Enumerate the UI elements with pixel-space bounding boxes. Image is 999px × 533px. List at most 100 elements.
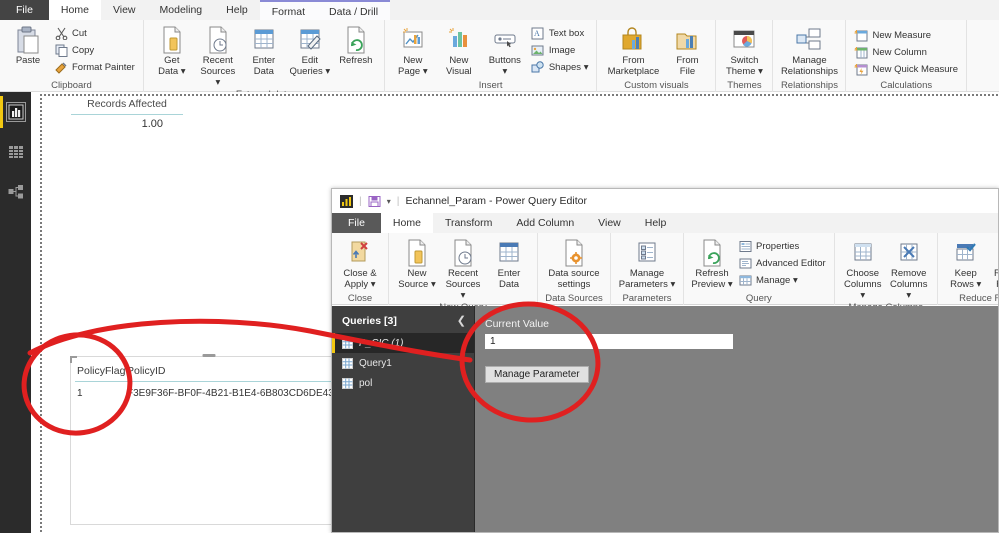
choose-columns-icon (851, 238, 875, 268)
from-marketplace-button[interactable]: From Marketplace (602, 23, 664, 77)
visual-resize-handle[interactable] (70, 356, 77, 363)
customize-quick-access-icon[interactable]: ▾ (387, 197, 391, 206)
tab-view[interactable]: View (101, 0, 148, 20)
list-item-label: pol (359, 377, 373, 389)
recent-sources-icon (451, 238, 475, 268)
enter-data-button[interactable]: Enter Data (241, 23, 287, 77)
pq-tab-view[interactable]: View (586, 213, 633, 233)
power-query-editor-window[interactable]: | ▾ | Echannel_Param - Power Query Edito… (331, 188, 999, 533)
shapes-button[interactable]: Shapes ▾ (528, 59, 592, 75)
queries-pane: Queries [3] ❮ P_CIC (1) Query1 pol (332, 306, 475, 532)
refresh-icon (344, 25, 368, 55)
shapes-icon (531, 60, 545, 74)
choose-columns-button[interactable]: Choose Columns ▾ (840, 236, 886, 301)
pq-recent-sources-button[interactable]: Recent Sources ▾ (440, 236, 486, 301)
card-visual-records-affected[interactable]: Records Affected 1.00 (63, 98, 191, 130)
recent-sources-button[interactable]: Recent Sources ▾ (195, 23, 241, 88)
column-header-policyflag[interactable]: PolicyFlag (71, 365, 127, 377)
cut-button[interactable]: Cut (51, 25, 138, 41)
new-quick-measure-button[interactable]: New Quick Measure (851, 61, 961, 77)
sidebar-item-data-view[interactable] (0, 132, 31, 172)
copy-icon (54, 43, 68, 57)
current-value-input[interactable]: 1 (485, 334, 733, 349)
remove-rows-button[interactable]: Remove Rows ▾ (989, 236, 998, 290)
tab-help[interactable]: Help (214, 0, 260, 20)
from-file-button[interactable]: From File (664, 23, 710, 77)
sidebar-item-report-view[interactable] (0, 92, 31, 132)
ribbon-group-relationships: Manage Relationships Relationships (772, 20, 845, 92)
ribbon-group-title-insert: Insert (478, 80, 503, 91)
table-row[interactable]: 1 F3E9F36F-BF0F-4B21-B1E4-6B803CD6DE43 (71, 382, 346, 399)
paste-button[interactable]: Paste (5, 23, 51, 66)
new-source-label: New Source ▾ (398, 268, 436, 290)
ribbon-group-insert: New Page ▾ New Visual Buttons ▾ A Text b… (383, 20, 597, 92)
keep-rows-button[interactable]: Keep Rows ▾ (943, 236, 989, 290)
from-file-label: From File (676, 55, 699, 77)
refresh-preview-button[interactable]: Refresh Preview ▾ (689, 236, 735, 290)
new-column-button[interactable]: New Column (851, 44, 961, 60)
list-item-p-cic[interactable]: P_CIC (1) (332, 333, 474, 353)
new-measure-button[interactable]: New Measure (851, 27, 961, 43)
title-separator-1: | (359, 195, 362, 207)
pq-tab-home[interactable]: Home (380, 213, 433, 233)
advanced-editor-button[interactable]: Advanced Editor (735, 255, 829, 271)
pq-enter-data-button[interactable]: Enter Data (486, 236, 532, 290)
manage-button[interactable]: Manage ▾ (735, 272, 829, 288)
text-box-button[interactable]: A Text box (528, 25, 592, 41)
refresh-button[interactable]: Refresh (333, 23, 379, 66)
tab-data-drill[interactable]: Data / Drill (317, 2, 391, 22)
manage-parameter-button[interactable]: Manage Parameter (485, 366, 589, 383)
pq-tab-add-column[interactable]: Add Column (504, 213, 586, 233)
queries-pane-header: Queries [3] ❮ (332, 306, 474, 333)
new-page-button[interactable]: New Page ▾ (390, 23, 436, 77)
save-icon[interactable] (368, 195, 381, 208)
tab-format[interactable]: Format (259, 2, 318, 22)
power-query-title-bar: | ▾ | Echannel_Param - Power Query Edito… (332, 189, 998, 213)
properties-icon (738, 239, 752, 253)
list-item-pol[interactable]: pol (332, 373, 474, 393)
remove-columns-button[interactable]: Remove Columns ▾ (886, 236, 932, 301)
pq-group-manage-columns: Choose Columns ▾ Remove Columns ▾ Manage… (833, 233, 937, 313)
image-button[interactable]: Image (528, 42, 592, 58)
table-visual-policy[interactable]: PolicyFlag PolicyID 1 F3E9F36F-BF0F-4B21… (70, 354, 347, 525)
close-and-apply-button[interactable]: Close & Apply ▾ (337, 236, 383, 290)
edit-queries-button[interactable]: Edit Queries ▾ (287, 23, 333, 77)
copy-label: Copy (72, 44, 95, 56)
buttons-button[interactable]: Buttons ▾ (482, 23, 528, 77)
pq-tab-file[interactable]: File (332, 213, 381, 233)
list-item-label: P_CIC (1) (359, 337, 404, 349)
parameter-query-icon (342, 337, 353, 349)
query-small-buttons: Properties Advanced Editor Manage ▾ (735, 236, 829, 288)
manage-relationships-button[interactable]: Manage Relationships (778, 23, 840, 77)
data-source-settings-button[interactable]: Data source settings (543, 236, 605, 290)
properties-button[interactable]: Properties (735, 238, 829, 254)
format-painter-button[interactable]: Format Painter (51, 59, 138, 75)
switch-theme-button[interactable]: Switch Theme ▾ (721, 23, 767, 77)
table-query-icon (342, 357, 353, 369)
from-marketplace-icon (620, 25, 646, 55)
pq-tab-help[interactable]: Help (633, 213, 679, 233)
new-source-icon (405, 238, 429, 268)
get-data-button[interactable]: Get Data ▾ (149, 23, 195, 77)
list-item-query1[interactable]: Query1 (332, 353, 474, 373)
clipboard-small-buttons: Cut Copy Format Painter (51, 23, 138, 75)
parameter-editor-pane: Current Value 1 Manage Parameter (476, 306, 998, 532)
column-header-policyid[interactable]: PolicyID (127, 365, 346, 377)
remove-rows-label: Remove Rows ▾ (994, 268, 998, 290)
copy-button[interactable]: Copy (51, 42, 138, 58)
card-value: 1.00 (141, 118, 163, 130)
new-source-button[interactable]: New Source ▾ (394, 236, 440, 290)
new-page-icon (401, 25, 425, 55)
page-top-edge (40, 94, 999, 96)
tab-file[interactable]: File (0, 0, 49, 20)
new-visual-button[interactable]: New Visual (436, 23, 482, 77)
tab-home[interactable]: Home (48, 0, 101, 20)
manage-parameters-icon (635, 238, 659, 268)
ribbon-filler (966, 20, 999, 91)
chevron-left-icon[interactable]: ❮ (457, 314, 466, 327)
visual-drag-grip[interactable] (202, 354, 215, 357)
sidebar-item-model-view[interactable] (0, 172, 31, 212)
manage-parameters-button[interactable]: Manage Parameters ▾ (616, 236, 678, 290)
tab-modeling[interactable]: Modeling (148, 0, 215, 20)
pq-tab-transform[interactable]: Transform (433, 213, 504, 233)
